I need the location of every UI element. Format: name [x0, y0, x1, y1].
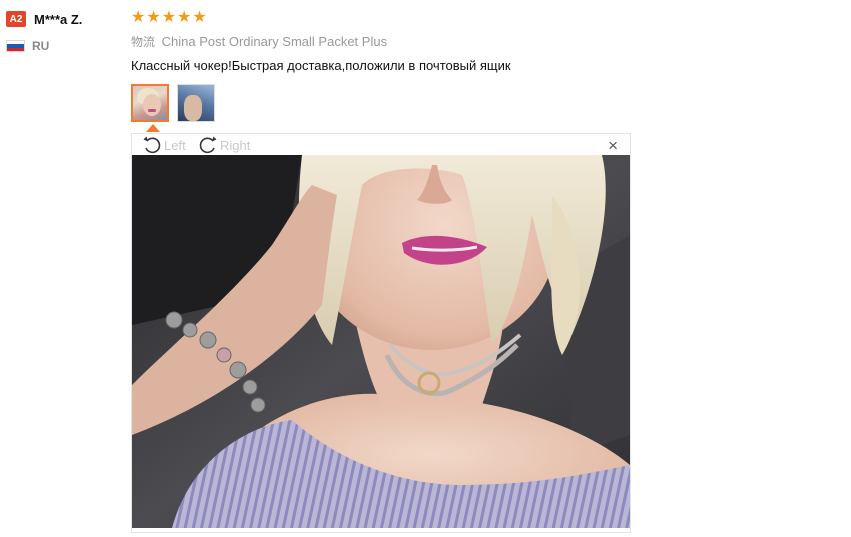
- reviewer-info: A2 M***a Z. RU: [6, 10, 121, 53]
- country-code: RU: [32, 39, 50, 53]
- reviewer-name: M***a Z.: [34, 11, 83, 27]
- viewer-toolbar: Left Right ×: [132, 134, 630, 156]
- review-thumbnail-2[interactable]: [177, 84, 215, 122]
- russia-flag-icon: [6, 40, 25, 52]
- close-viewer-button[interactable]: ×: [608, 137, 618, 154]
- rotate-right-icon: [199, 136, 217, 154]
- star-rating: ★ ★ ★ ★ ★: [131, 10, 207, 26]
- rotate-left-icon: [143, 136, 161, 154]
- review-photo: [132, 155, 630, 528]
- photo-viewer: Left Right ×: [131, 133, 631, 533]
- rotate-right-label: Right: [220, 137, 251, 153]
- rotate-right-button[interactable]: Right: [198, 135, 250, 155]
- star-icon: ★: [146, 9, 161, 26]
- review-body: Классный чокер!Быстрая доставка,положили…: [131, 58, 511, 73]
- buyer-level-badge: A2: [6, 11, 26, 27]
- review-thumbnail-1[interactable]: [131, 84, 169, 122]
- review-photo-image: [132, 155, 630, 528]
- review-photo-thumbnails: [131, 84, 215, 122]
- star-icon: ★: [131, 9, 146, 26]
- shipping-info: 物流 China Post Ordinary Small Packet Plus: [131, 33, 387, 50]
- active-thumbnail-pointer: [146, 124, 160, 132]
- shipping-label: 物流: [131, 35, 156, 49]
- rotate-left-button[interactable]: Left: [142, 135, 186, 155]
- star-icon: ★: [192, 9, 207, 26]
- reviewer-header: A2 M***a Z.: [6, 10, 121, 28]
- reviewer-country: RU: [6, 39, 121, 53]
- shipping-method: China Post Ordinary Small Packet Plus: [161, 34, 388, 49]
- star-icon: ★: [177, 9, 192, 26]
- rotate-left-label: Left: [164, 137, 186, 153]
- star-icon: ★: [161, 9, 177, 26]
